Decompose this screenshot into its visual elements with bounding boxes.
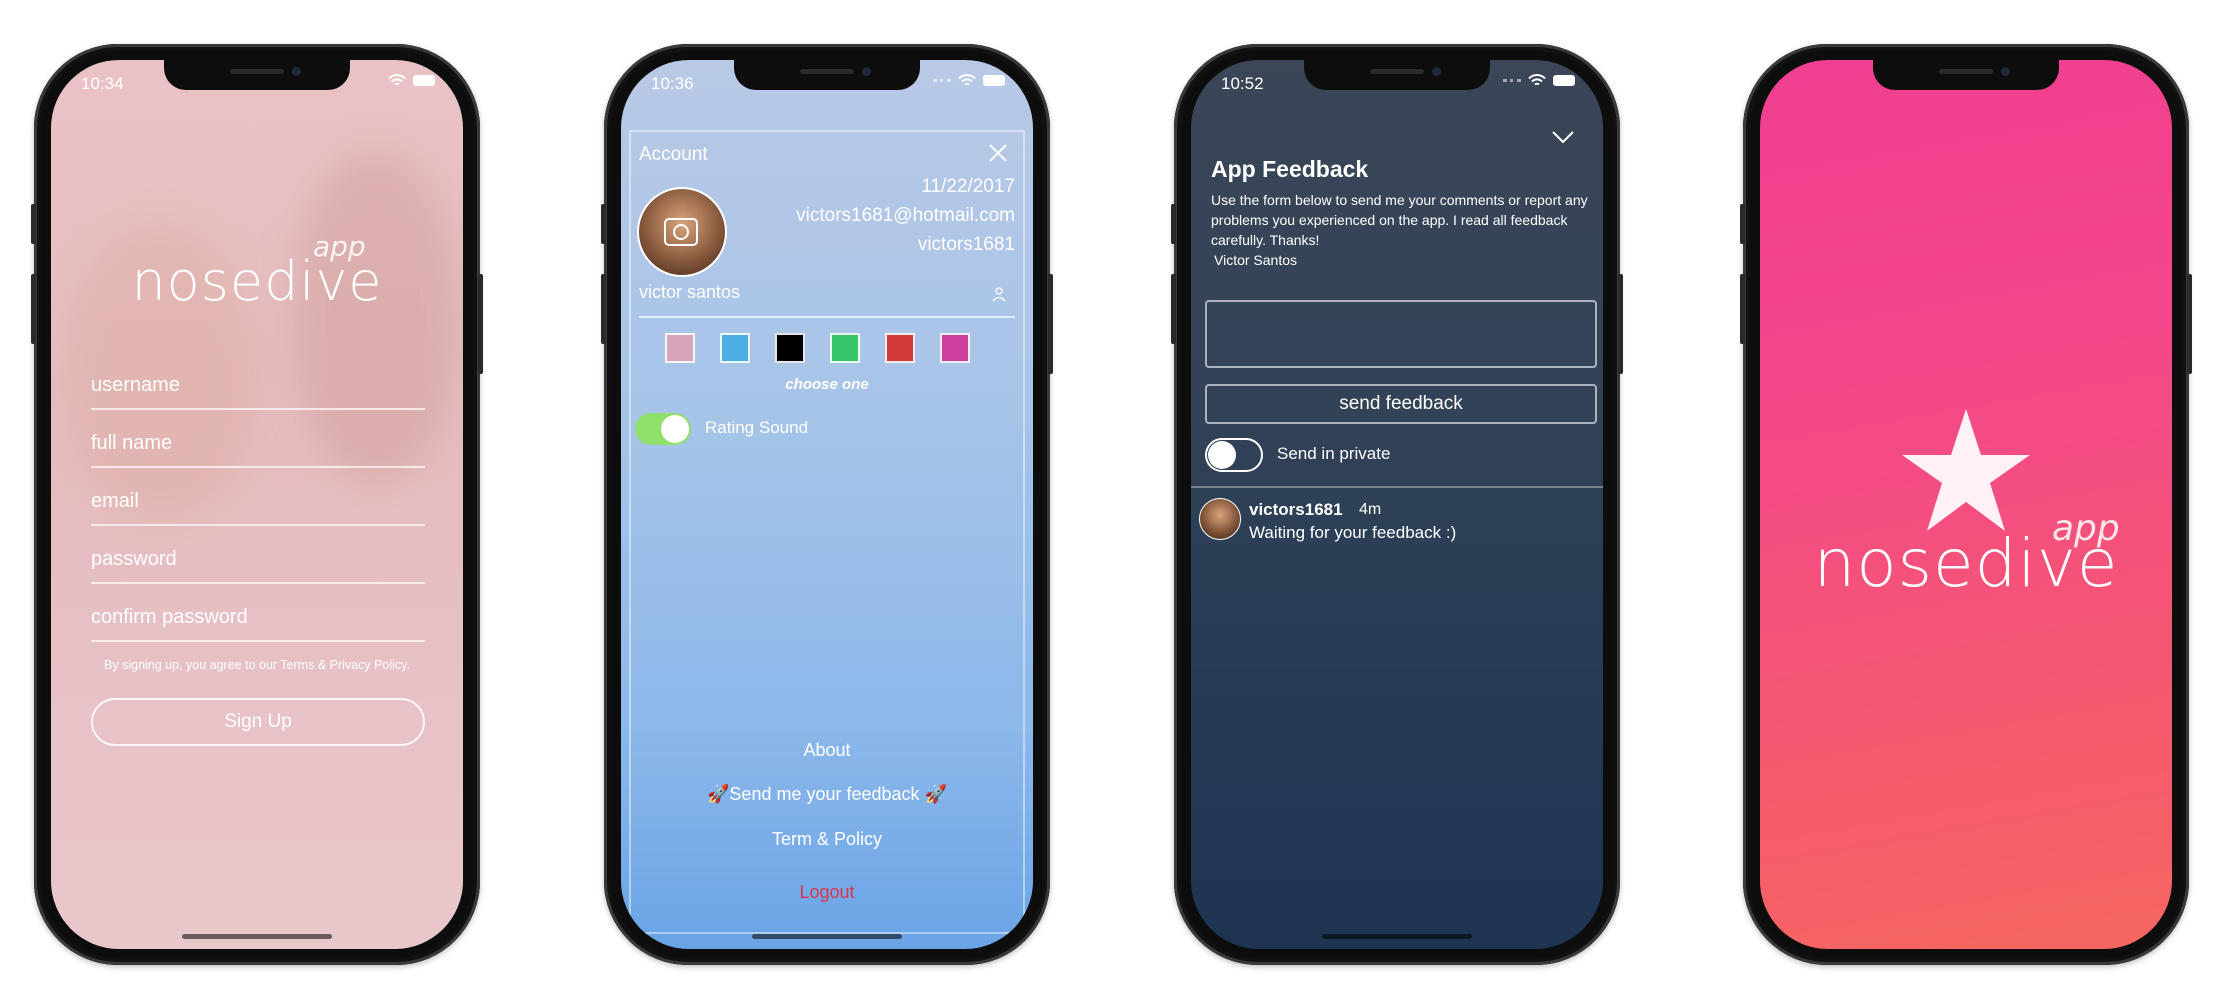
volume-up-button (31, 274, 36, 344)
mute-switch (31, 204, 36, 244)
color-swatch[interactable] (665, 333, 695, 363)
chevron-down-icon[interactable] (1551, 130, 1575, 144)
page-title: App Feedback (1211, 156, 1369, 182)
signal-icon (1503, 79, 1521, 86)
full-name-field[interactable]: full name (91, 430, 425, 468)
color-swatch[interactable] (940, 333, 970, 363)
side-button (1618, 274, 1623, 374)
close-icon[interactable] (987, 142, 1009, 164)
status-icons (933, 74, 1005, 87)
account-screen: 10:36 Account 11/22/2017 victors1681@hot… (621, 60, 1033, 949)
home-indicator (182, 934, 332, 939)
choose-one-label: choose one (785, 376, 869, 393)
account-date: 11/22/2017 (921, 176, 1015, 197)
toggle-knob (1208, 441, 1236, 469)
side-button (2187, 274, 2192, 374)
color-swatch[interactable] (775, 333, 805, 363)
home-indicator (752, 934, 902, 939)
rating-sound-toggle[interactable] (635, 413, 691, 445)
logout-button[interactable]: Logout (621, 882, 1033, 903)
wifi-icon (958, 74, 976, 86)
divider (1191, 486, 1603, 488)
phone-feedback: 10:52 App Feedback Use the form below to… (1171, 44, 1623, 965)
send-feedback-link[interactable]: 🚀Send me your feedback 🚀 (621, 784, 1033, 805)
color-swatch[interactable] (830, 333, 860, 363)
feedback-description: Use the form below to send me your comme… (1211, 190, 1591, 270)
phone-splash: nosedive app (1740, 44, 2192, 965)
phone-signup: 10:34 nosedive app username full name em… (31, 44, 483, 965)
username-field[interactable]: username (91, 372, 425, 410)
color-swatch[interactable] (720, 333, 750, 363)
logo-sub: app (2052, 508, 2120, 549)
mute-switch (601, 204, 606, 244)
color-swatches (665, 333, 970, 363)
send-feedback-button[interactable]: send feedback (1205, 384, 1597, 424)
side-button (478, 274, 483, 374)
sign-up-button[interactable]: Sign Up (91, 698, 425, 746)
home-indicator (1322, 934, 1472, 939)
signal-icon (933, 79, 951, 86)
status-time: 10:36 (651, 74, 694, 93)
email-field[interactable]: email (91, 488, 425, 526)
toggle-knob (661, 415, 689, 443)
status-time: 10:52 (1221, 74, 1264, 93)
about-link[interactable]: About (621, 740, 1033, 761)
notch (1304, 60, 1490, 90)
user-icon (992, 287, 1006, 302)
logo-sub: app (313, 230, 366, 263)
panel-title: Account (639, 144, 708, 165)
volume-up-button (1740, 274, 1745, 344)
notch (734, 60, 920, 90)
battery-icon (413, 75, 435, 86)
status-icons (1503, 74, 1575, 87)
status-time: 10:34 (81, 74, 124, 93)
mute-switch (1171, 204, 1176, 244)
signature: Victor Santos (1214, 252, 1298, 268)
battery-icon (1553, 75, 1575, 86)
avatar[interactable] (637, 187, 727, 277)
logo: nosedive app (51, 230, 463, 313)
battery-icon (983, 75, 1005, 86)
volume-up-button (1171, 274, 1176, 344)
comment-username: victors1681 (1249, 500, 1343, 519)
profile-photo-icon (664, 218, 698, 246)
feedback-screen: 10:52 App Feedback Use the form below to… (1191, 60, 1603, 949)
account-username: victors1681 (917, 234, 1015, 255)
rating-sound-label: Rating Sound (705, 418, 809, 437)
terms-text[interactable]: By signing up, you agree to our Terms & … (51, 658, 463, 672)
notch (164, 60, 350, 90)
volume-up-button (601, 274, 606, 344)
phone-account: 10:36 Account 11/22/2017 victors1681@hot… (601, 44, 1053, 965)
send-private-toggle[interactable] (1205, 438, 1263, 472)
comment-text: Waiting for your feedback :) (1249, 523, 1457, 542)
side-button (1048, 274, 1053, 374)
confirm-password-field[interactable]: confirm password (91, 604, 425, 642)
description-text: Use the form below to send me your comme… (1211, 192, 1588, 248)
wifi-icon (388, 74, 406, 86)
send-private-label: Send in private (1277, 444, 1391, 463)
avatar (1199, 498, 1241, 540)
mute-switch (1740, 204, 1745, 244)
comment-time: 4m (1359, 501, 1382, 518)
feedback-input[interactable] (1205, 300, 1597, 368)
notch (1873, 60, 2059, 90)
wifi-icon (1528, 74, 1546, 86)
signup-screen: 10:34 nosedive app username full name em… (51, 60, 463, 949)
password-field[interactable]: password (91, 546, 425, 584)
name-field-value: victor santos (639, 282, 741, 302)
terms-link[interactable]: Term & Policy (621, 829, 1033, 850)
star-icon (1902, 409, 2030, 531)
color-swatch[interactable] (885, 333, 915, 363)
name-field[interactable]: victor santos (639, 282, 1015, 318)
splash-screen: nosedive app (1760, 60, 2172, 949)
account-email: victors1681@hotmail.com (796, 205, 1015, 226)
status-icons (388, 74, 435, 87)
